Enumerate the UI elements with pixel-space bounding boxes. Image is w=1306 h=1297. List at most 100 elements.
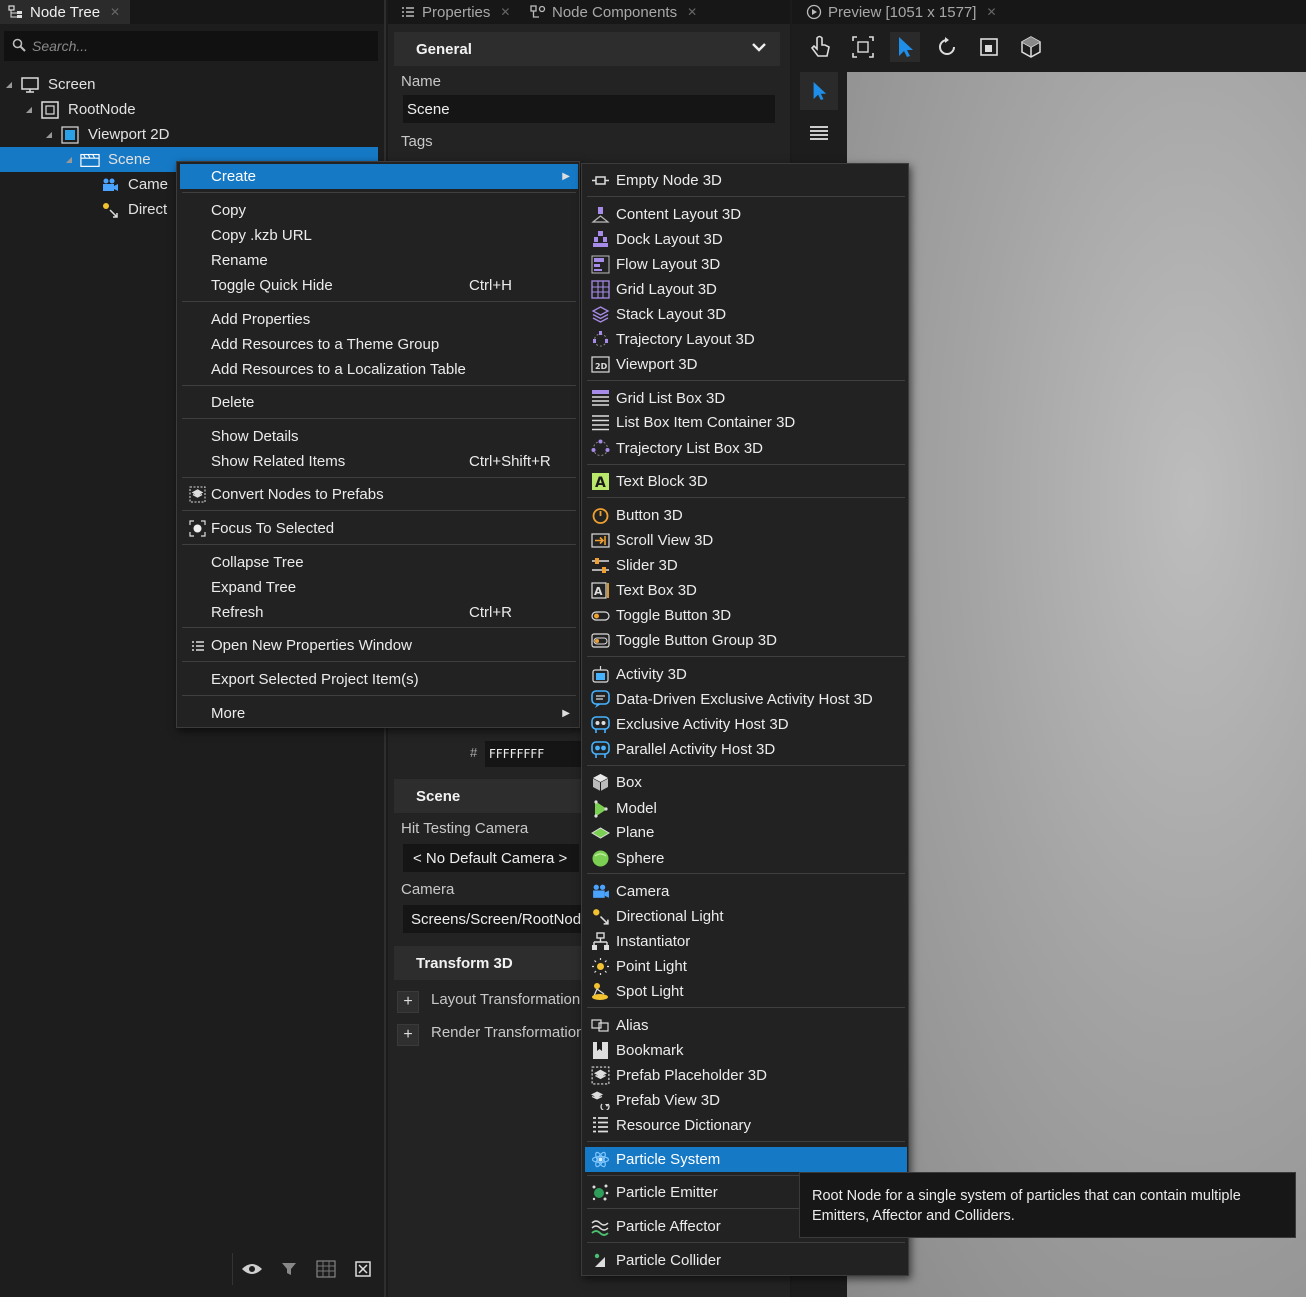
tree-node-viewport-2d[interactable]: ◢ Viewport 2D: [0, 122, 378, 147]
tab-preview[interactable]: Preview [1051 x 1577] ✕: [798, 0, 1005, 24]
menu-item-instantiator[interactable]: Instantiator: [585, 929, 907, 954]
tree-node-rootnode[interactable]: ◢ RootNode: [0, 97, 378, 122]
menu-item-refresh[interactable]: Refresh Ctrl+R: [180, 600, 578, 625]
menu-item-sphere[interactable]: Sphere: [585, 846, 907, 871]
menu-item-show-details[interactable]: Show Details: [180, 424, 578, 449]
menu-item-more[interactable]: More ▶: [180, 701, 578, 726]
menu-item-model[interactable]: Model: [585, 796, 907, 821]
expand-layout-transformation-button[interactable]: +: [397, 991, 419, 1013]
grid-icon[interactable]: [314, 1257, 338, 1281]
menu-item-resource-dictionary[interactable]: Resource Dictionary: [585, 1113, 907, 1138]
menu-item-stack-layout-3d[interactable]: Stack Layout 3D: [585, 302, 907, 327]
general-section-header[interactable]: General: [394, 32, 780, 66]
tab-node-tree[interactable]: Node Tree ✕: [0, 0, 130, 24]
flow-layout-icon: [591, 255, 610, 274]
menu-item-grid-layout-3d[interactable]: Grid Layout 3D: [585, 277, 907, 302]
menu-item-delete[interactable]: Delete: [180, 390, 578, 415]
menu-item-particle-system[interactable]: Particle System: [585, 1147, 907, 1172]
preview-viewport[interactable]: [847, 72, 1306, 1297]
expand-arrow-icon[interactable]: ◢: [44, 130, 54, 139]
menu-item-box[interactable]: Box: [585, 770, 907, 795]
menu-item-slider-3d[interactable]: Slider 3D: [585, 553, 907, 578]
menu-item-spot-light[interactable]: Spot Light: [585, 979, 907, 1004]
menu-item-list-box-item-container-3d[interactable]: List Box Item Container 3D: [585, 410, 907, 435]
close-icon[interactable]: ✕: [500, 5, 510, 19]
menu-item-copy[interactable]: Copy: [180, 198, 578, 223]
menu-item-activity-3d[interactable]: Activity 3D: [585, 662, 907, 687]
plane-icon: [591, 823, 610, 842]
menu-item-bookmark[interactable]: Bookmark: [585, 1038, 907, 1063]
hit-testing-camera-dropdown[interactable]: < No Default Camera >: [403, 844, 579, 872]
tab-properties-label: Properties: [422, 3, 491, 21]
menu-item-grid-list-box-3d[interactable]: Grid List Box 3D: [585, 386, 907, 411]
menu-item-create[interactable]: Create ▶: [180, 164, 578, 189]
menu-item-add-to-theme-group[interactable]: Add Resources to a Theme Group: [180, 332, 578, 357]
menu-item-flow-layout-3d[interactable]: Flow Layout 3D: [585, 252, 907, 277]
search-input[interactable]: Search...: [4, 31, 378, 61]
menu-item-open-properties-window[interactable]: Open New Properties Window: [180, 633, 578, 658]
menu-item-camera[interactable]: Camera: [585, 879, 907, 904]
menu-item-data-driven-activity-host-3d[interactable]: Data-Driven Exclusive Activity Host 3D: [585, 687, 907, 712]
pin-icon[interactable]: [351, 1257, 375, 1281]
expand-arrow-icon[interactable]: ◢: [4, 80, 14, 89]
cube-icon[interactable]: [1016, 32, 1046, 62]
screenshot-icon[interactable]: [848, 32, 878, 62]
expand-render-transformation-button[interactable]: +: [397, 1024, 419, 1046]
menu-item-toggle-quick-hide[interactable]: Toggle Quick Hide Ctrl+H: [180, 273, 578, 298]
menu-item-button-3d[interactable]: Button 3D: [585, 503, 907, 528]
menu-item-alias[interactable]: Alias: [585, 1013, 907, 1038]
menu-item-copy-kzb-url[interactable]: Copy .kzb URL: [180, 223, 578, 248]
menu-item-directional-light[interactable]: Directional Light: [585, 904, 907, 929]
menu-item-particle-collider[interactable]: Particle Collider: [585, 1248, 907, 1273]
menu-item-convert-to-prefabs[interactable]: Convert Nodes to Prefabs: [180, 482, 578, 507]
menu-item-toggle-button-3d[interactable]: Toggle Button 3D: [585, 603, 907, 628]
menu-item-viewport-3d[interactable]: 2D Viewport 3D: [585, 352, 907, 377]
menu-item-plane[interactable]: Plane: [585, 820, 907, 845]
menu-item-text-block-3d[interactable]: A Text Block 3D: [585, 469, 907, 494]
hand-pointer-icon[interactable]: [806, 32, 836, 62]
menu-item-rename[interactable]: Rename: [180, 248, 578, 273]
menu-item-dock-layout-3d[interactable]: Dock Layout 3D: [585, 227, 907, 252]
close-icon[interactable]: ✕: [110, 5, 120, 19]
expand-arrow-icon[interactable]: ◢: [24, 105, 34, 114]
tree-node-screen[interactable]: ◢ Screen: [0, 72, 378, 97]
tab-node-components[interactable]: Node Components ✕: [522, 0, 705, 24]
table-icon[interactable]: [800, 114, 838, 152]
expand-arrow-icon[interactable]: ◢: [64, 155, 74, 164]
empty-node-icon: [591, 171, 610, 190]
menu-item-prefab-placeholder-3d[interactable]: Prefab Placeholder 3D: [585, 1063, 907, 1088]
filter-icon[interactable]: [277, 1257, 301, 1281]
menu-item-trajectory-layout-3d[interactable]: Trajectory Layout 3D: [585, 327, 907, 352]
menu-item-text-box-3d[interactable]: A Text Box 3D: [585, 578, 907, 603]
arrow-select-icon[interactable]: [890, 32, 920, 62]
menu-item-scroll-view-3d[interactable]: Scroll View 3D: [585, 528, 907, 553]
menu-item-prefab-view-3d[interactable]: Prefab View 3D: [585, 1088, 907, 1113]
tab-properties[interactable]: Properties ✕: [392, 0, 518, 24]
menu-item-add-properties[interactable]: Add Properties: [180, 307, 578, 332]
menu-item-focus-to-selected[interactable]: Focus To Selected: [180, 516, 578, 541]
menu-item-add-to-localization-table[interactable]: Add Resources to a Localization Table: [180, 357, 578, 382]
stack-layout-icon: [591, 305, 610, 324]
menu-item-exclusive-activity-host-3d[interactable]: Exclusive Activity Host 3D: [585, 712, 907, 737]
frame-icon[interactable]: [974, 32, 1004, 62]
menu-item-parallel-activity-host-3d[interactable]: Parallel Activity Host 3D: [585, 737, 907, 762]
menu-item-trajectory-list-box-3d[interactable]: Trajectory List Box 3D: [585, 436, 907, 461]
close-icon[interactable]: ✕: [986, 5, 996, 19]
menu-item-collapse-tree[interactable]: Collapse Tree: [180, 550, 578, 575]
menu-item-content-layout-3d[interactable]: Content Layout 3D: [585, 202, 907, 227]
menu-item-export-selected[interactable]: Export Selected Project Item(s): [180, 667, 578, 692]
menu-item-expand-tree[interactable]: Expand Tree: [180, 575, 578, 600]
menu-item-point-light[interactable]: Point Light: [585, 954, 907, 979]
color-hex-field[interactable]: FFFFFFFF: [485, 741, 595, 767]
eye-icon[interactable]: [240, 1257, 264, 1281]
arrow-select-icon[interactable]: [800, 72, 838, 110]
camera-field[interactable]: Screens/Screen/RootNode: [403, 905, 593, 933]
close-icon[interactable]: ✕: [687, 5, 697, 19]
menu-item-show-related-items[interactable]: Show Related Items Ctrl+Shift+R: [180, 449, 578, 474]
refresh-icon[interactable]: [932, 32, 962, 62]
menu-item-empty-node-3d[interactable]: Empty Node 3D: [585, 168, 907, 193]
menu-item-label: More: [211, 705, 246, 722]
name-field[interactable]: Scene: [403, 95, 775, 123]
menu-item-toggle-button-group-3d[interactable]: Toggle Button Group 3D: [585, 628, 907, 653]
chevron-down-icon[interactable]: [750, 38, 768, 60]
